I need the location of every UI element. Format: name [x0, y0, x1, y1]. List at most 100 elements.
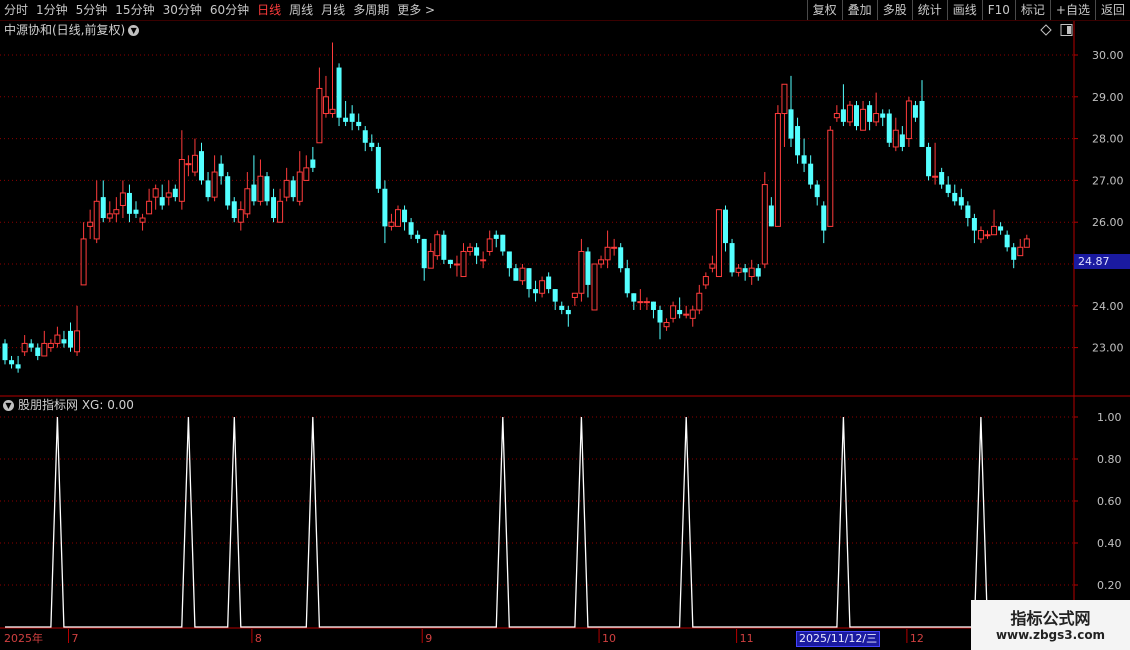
candle: [977, 226, 984, 244]
date-tick-label: 12: [910, 632, 924, 645]
xg-signal-line: [5, 416, 1027, 628]
watermark-url: www.zbgs3.com: [995, 628, 1106, 642]
candle: [899, 126, 905, 152]
candle: [814, 180, 820, 206]
candle: [460, 243, 467, 278]
candle: [795, 117, 801, 164]
candle: [854, 100, 859, 131]
candle: [860, 100, 867, 131]
candle: [926, 142, 932, 181]
candle: [152, 184, 159, 210]
candle: [565, 305, 571, 327]
watermark-logo: 指标公式网 www.zbgs3.com: [971, 600, 1130, 650]
date-tick-label: 2025年: [4, 631, 43, 645]
candle: [493, 230, 499, 248]
candle: [585, 247, 591, 298]
date-axis: 2025年 7 8 9 10 11 12: [4, 629, 924, 645]
candle: [375, 142, 381, 193]
candle: [362, 126, 368, 152]
candle: [93, 180, 100, 244]
candle: [598, 255, 605, 269]
indicator-title: ▼ 股朋指标网 XG: 0.00: [3, 397, 134, 413]
candle: [290, 176, 296, 202]
indicator-tick-label: 1.00: [1097, 411, 1122, 424]
candle: [146, 188, 153, 215]
candle: [480, 251, 487, 269]
date-tick-label: 7: [72, 632, 79, 645]
candle: [526, 268, 532, 298]
candle: [808, 155, 814, 189]
candle: [9, 355, 15, 369]
candle: [211, 155, 218, 202]
candle: [677, 297, 683, 319]
candle: [447, 259, 453, 269]
indicator-tick-label: 0.20: [1097, 579, 1122, 592]
selected-date-tag: 2025/11/12/三: [796, 631, 881, 647]
indicator-grid: [0, 416, 1074, 586]
candle: [21, 335, 28, 356]
candle: [296, 151, 303, 206]
indicator-axis: 0.20 0.40 0.60 0.80 1.00: [1074, 411, 1122, 592]
candle: [761, 172, 768, 269]
candle: [74, 305, 81, 356]
candle: [126, 184, 132, 223]
candle: [178, 130, 185, 210]
date-tick-label: 10: [602, 632, 616, 645]
candle: [165, 180, 172, 206]
candle: [873, 92, 880, 127]
candle: [723, 205, 728, 252]
candle: [748, 259, 755, 285]
candle: [683, 305, 690, 319]
indicator-title-text: 股朋指标网 XG: 0.00: [18, 398, 134, 412]
candle: [277, 188, 284, 223]
candle: [932, 142, 939, 185]
candle: [15, 355, 21, 373]
chart-canvas: 23.0024.0025.0026.0027.0028.0029.0030.00…: [0, 21, 1130, 645]
date-tick-label: 11: [740, 632, 754, 645]
candle: [709, 255, 716, 273]
candle: [971, 213, 977, 244]
candle: [139, 213, 146, 231]
candle: [87, 209, 94, 239]
candle: [965, 201, 971, 227]
candle: [945, 176, 951, 198]
candle: [833, 105, 840, 122]
candle: [113, 197, 120, 223]
candle: [257, 159, 264, 206]
candle: [486, 230, 493, 256]
candle: [500, 234, 506, 256]
candle: [880, 109, 886, 127]
candle: [604, 230, 611, 269]
candle: [643, 297, 650, 310]
price-tick-label: 23.00: [1092, 342, 1124, 355]
candle: [788, 75, 794, 147]
candle: [205, 172, 211, 202]
candle: [552, 289, 558, 310]
candle: [670, 301, 677, 323]
candle: [35, 343, 41, 361]
candle: [846, 100, 853, 127]
candle: [702, 272, 709, 290]
chart-frame: [0, 21, 1130, 629]
candle: [774, 105, 781, 227]
candle: [939, 167, 945, 189]
candle: [283, 167, 290, 202]
candle: [571, 292, 578, 306]
candle: [191, 138, 198, 177]
candle: [624, 259, 630, 298]
candle: [47, 339, 54, 352]
candle: [892, 117, 899, 152]
candle: [2, 339, 8, 365]
candle: [618, 243, 624, 273]
price-tick-label: 30.00: [1092, 49, 1124, 62]
chevron-down-icon[interactable]: ▼: [3, 400, 14, 411]
candle: [912, 100, 918, 122]
candle: [80, 222, 87, 286]
candle: [441, 230, 447, 264]
candle: [28, 339, 34, 352]
candle: [650, 301, 656, 319]
candle: [119, 180, 126, 219]
candle: [199, 142, 204, 185]
indicator-tick-label: 0.40: [1097, 537, 1122, 550]
candle: [591, 263, 598, 311]
